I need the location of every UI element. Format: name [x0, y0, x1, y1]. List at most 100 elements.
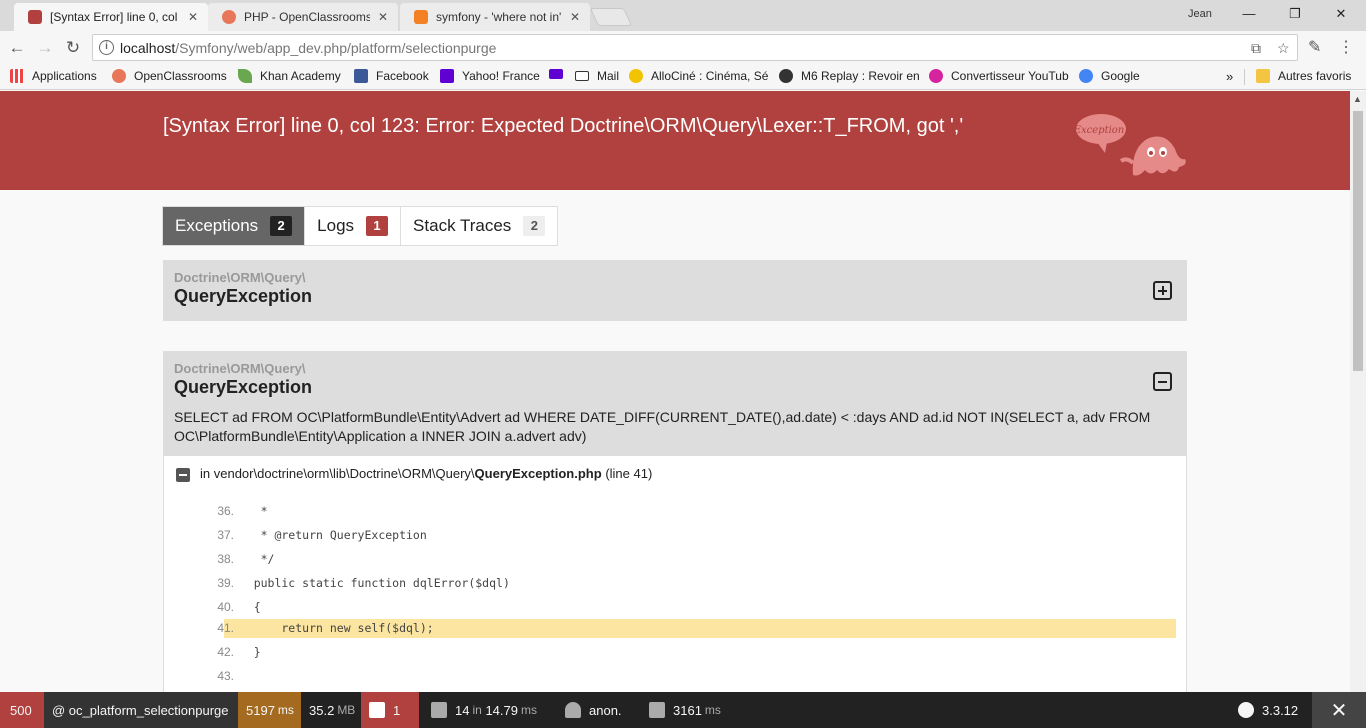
- exclamation-icon: [369, 702, 385, 718]
- more-bookmarks-chevron-icon[interactable]: »: [1226, 69, 1233, 84]
- expand-plus-icon[interactable]: [1153, 281, 1172, 300]
- envelope-icon: [549, 69, 563, 79]
- code-line-highlighted: 41. return new self($dql);: [188, 619, 1176, 638]
- tab-exceptions[interactable]: Exceptions 2: [163, 207, 306, 245]
- new-tab-button[interactable]: [589, 8, 633, 26]
- exception-block-expanded: Doctrine\ORM\Query\ QueryException SELEC…: [163, 351, 1187, 456]
- minimize-icon[interactable]: —: [1234, 4, 1264, 24]
- symfony-debug-toolbar: 500 @ oc_platform_selectionpurge 5197 ms …: [0, 692, 1366, 728]
- exceptions-count-badge: 2: [270, 216, 293, 236]
- symfony-version[interactable]: 3.3.12: [1230, 692, 1312, 728]
- symfony-ghost-favicon-icon: [28, 10, 42, 24]
- svg-text:Exception!: Exception!: [1075, 125, 1128, 136]
- code-line: 42. }: [217, 645, 261, 659]
- restore-icon[interactable]: ❐: [1280, 4, 1310, 24]
- memory-usage[interactable]: 35.2 MB: [301, 692, 361, 728]
- bookmark-applications[interactable]: Applications: [10, 69, 97, 83]
- code-line: 36. *: [217, 504, 268, 518]
- window-close-icon[interactable]: ✕: [1326, 4, 1356, 24]
- info-icon[interactable]: i: [99, 40, 114, 55]
- bookmark-mail[interactable]: Mail: [575, 69, 619, 83]
- browser-toolbar: ← → ↻ i localhost/Symfony/web/app_dev.ph…: [0, 31, 1366, 64]
- tab-title: symfony - 'where not in': [436, 10, 562, 24]
- tab-title: [Syntax Error] line 0, col 1: [50, 10, 180, 24]
- scrollbar-thumb[interactable]: [1353, 111, 1363, 371]
- exception-block-collapsed: Doctrine\ORM\Query\ QueryException: [163, 260, 1187, 321]
- yahoo-icon: [440, 69, 454, 83]
- bookmark-other-favorites[interactable]: Autres favoris: [1256, 69, 1351, 83]
- route-name[interactable]: @ oc_platform_selectionpurge: [44, 692, 238, 728]
- bookmark-star-icon[interactable]: ☆: [1277, 40, 1290, 57]
- scroll-up-arrow-icon[interactable]: ▲: [1353, 94, 1362, 104]
- collapse-trace-icon[interactable]: [176, 468, 190, 482]
- user-icon: [565, 702, 581, 718]
- request-time[interactable]: 5197 ms: [238, 692, 301, 728]
- render-time-panel[interactable]: 3161 ms: [641, 692, 731, 728]
- browser-tab-syntax-error[interactable]: [Syntax Error] line 0, col 1 ✕: [14, 3, 208, 31]
- collapse-minus-icon[interactable]: [1153, 372, 1172, 391]
- database-panel[interactable]: 14 in 14.79 ms: [423, 692, 555, 728]
- exception-message-title: [Syntax Error] line 0, col 123: Error: E…: [163, 115, 964, 137]
- back-arrow-icon[interactable]: ←: [6, 37, 28, 59]
- tab-logs[interactable]: Logs 1: [305, 207, 402, 245]
- address-bar[interactable]: i localhost/Symfony/web/app_dev.php/plat…: [92, 34, 1298, 61]
- trace-file-location: in vendor\doctrine\orm\lib\Doctrine\ORM\…: [200, 466, 653, 481]
- browser-tab-openclassrooms[interactable]: PHP - OpenClassrooms ✕: [208, 3, 398, 31]
- logs-count-badge: 1: [366, 216, 389, 236]
- bookmark-m6-replay[interactable]: M6 Replay : Revoir en: [779, 69, 920, 83]
- facebook-icon: [354, 69, 368, 83]
- reload-icon[interactable]: ↻: [62, 37, 84, 59]
- bookmark-google[interactable]: Google: [1079, 69, 1140, 83]
- browser-tab-stackoverflow[interactable]: symfony - 'where not in' ✕: [400, 3, 590, 31]
- bookmark-mail-yahoo[interactable]: [549, 69, 571, 79]
- exception-ghost-logo-icon: Exception!: [1075, 114, 1186, 176]
- code-line: 38. */: [217, 552, 275, 566]
- url-text[interactable]: localhost/Symfony/web/app_dev.php/platfo…: [120, 40, 496, 56]
- trace-file-name: QueryException.php: [474, 466, 602, 481]
- m6-icon: [779, 69, 793, 83]
- stack-trace-panel: in vendor\doctrine\orm\lib\Doctrine\ORM\…: [163, 455, 1187, 692]
- tab-title: PHP - OpenClassrooms: [244, 10, 370, 24]
- exception-tabs: Exceptions 2 Logs 1 Stack Traces 2: [162, 206, 559, 246]
- close-icon[interactable]: ✕: [188, 10, 198, 24]
- bookmark-khan-academy[interactable]: Khan Academy: [238, 69, 341, 83]
- stack-traces-count-badge: 2: [523, 216, 546, 236]
- google-icon: [1079, 69, 1093, 83]
- errors-panel[interactable]: 1: [361, 692, 419, 728]
- apps-grid-icon: [10, 69, 24, 83]
- bookmark-convertisseur[interactable]: Convertisseur YouTub: [929, 69, 1069, 83]
- profile-name[interactable]: Jean: [1188, 8, 1212, 20]
- stackoverflow-favicon-icon: [414, 10, 428, 24]
- folder-icon: [1256, 69, 1270, 83]
- page-viewport: [Syntax Error] line 0, col 123: Error: E…: [0, 91, 1350, 692]
- forward-arrow-icon[interactable]: →: [34, 37, 56, 59]
- translate-icon[interactable]: ⧉: [1251, 40, 1261, 57]
- bookmark-yahoo[interactable]: Yahoo! France: [440, 69, 540, 83]
- exception-namespace: Doctrine\ORM\Query\: [174, 361, 306, 376]
- code-line: 37. * @return QueryException: [217, 528, 427, 542]
- allocine-icon: [629, 69, 643, 83]
- bookmark-openclassrooms[interactable]: OpenClassrooms: [112, 69, 227, 83]
- exception-dql-message: SELECT ad FROM OC\PlatformBundle\Entity\…: [174, 409, 1151, 444]
- bookmark-separator: [1244, 69, 1245, 85]
- code-line: 40. {: [217, 600, 261, 614]
- status-code[interactable]: 500: [0, 692, 44, 728]
- close-toolbar-icon[interactable]: ✕: [1312, 692, 1366, 728]
- chrome-menu-icon[interactable]: ⋮: [1338, 37, 1354, 57]
- bookmark-allocine[interactable]: AlloCiné : Cinéma, Sé: [629, 69, 768, 83]
- page-scrollbar[interactable]: ▲: [1350, 91, 1366, 692]
- mail-icon: [575, 71, 589, 81]
- exception-class: QueryException: [174, 377, 313, 397]
- converter-icon: [929, 69, 943, 83]
- close-icon[interactable]: ✕: [378, 10, 388, 24]
- exception-class: QueryException: [174, 286, 313, 306]
- eyedropper-extension-icon[interactable]: ✎: [1308, 37, 1321, 57]
- bookmark-facebook[interactable]: Facebook: [354, 69, 429, 83]
- code-line: 43.: [217, 669, 234, 683]
- tab-stack-traces[interactable]: Stack Traces 2: [401, 207, 557, 245]
- close-icon[interactable]: ✕: [570, 10, 580, 24]
- security-panel[interactable]: anon.: [557, 692, 637, 728]
- openclassrooms-icon: [112, 69, 126, 83]
- browser-tab-strip: [Syntax Error] line 0, col 1 ✕ PHP - Ope…: [0, 0, 1366, 31]
- symfony-logo-icon: [1238, 702, 1254, 718]
